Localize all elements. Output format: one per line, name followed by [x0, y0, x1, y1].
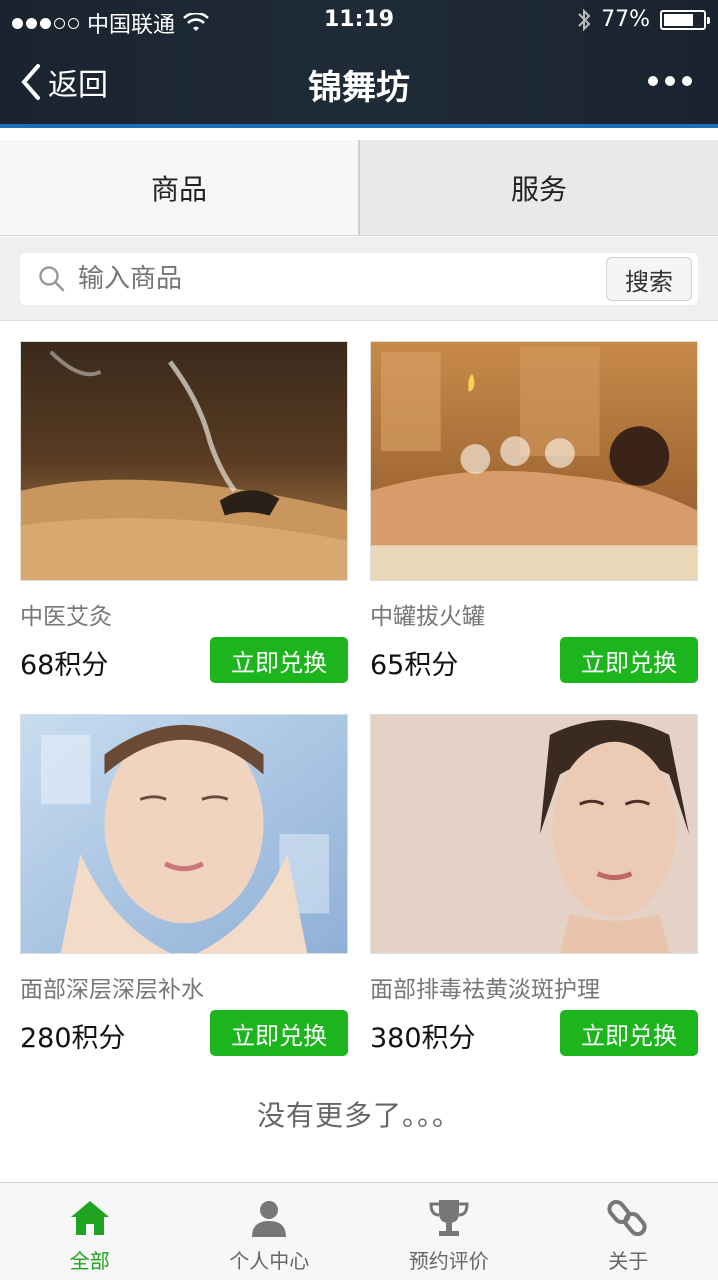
status-right: 77%: [577, 7, 710, 32]
tabbar-item-profile[interactable]: 个人中心: [180, 1183, 360, 1280]
tabbar-item-all[interactable]: 全部: [0, 1183, 180, 1280]
product-name: 面部排毒祛黄淡斑护理: [370, 977, 600, 1003]
face-hydration-photo: [21, 715, 347, 953]
tabbar-item-about[interactable]: 关于: [539, 1183, 718, 1280]
more-dot: [682, 76, 692, 86]
search-icon: [39, 266, 65, 292]
redeem-button[interactable]: 立即兑换: [210, 1010, 348, 1056]
battery-icon: [660, 9, 710, 30]
product-card[interactable]: 中罐拔火罐 65积分 立即兑换: [370, 341, 698, 683]
user-icon: [252, 1201, 287, 1237]
product-card[interactable]: 面部深层深层补水 280积分 立即兑换: [20, 714, 348, 1056]
product-price: 280积分: [20, 1023, 126, 1054]
tabbar-item-booking-review[interactable]: 预约评价: [359, 1183, 539, 1280]
tabbar-label: 关于: [608, 1249, 649, 1273]
product-name: 中医艾灸: [20, 604, 112, 630]
product-price: 380积分: [370, 1023, 476, 1054]
link-icon: [607, 1199, 647, 1237]
bluetooth-icon: [578, 8, 591, 31]
battery-percent: 77%: [601, 7, 650, 32]
product-row: 65积分 立即兑换: [370, 637, 698, 683]
search-input[interactable]: [78, 264, 698, 294]
top-bar: 中国联通 11:19 77% 返回 锦舞坊: [0, 0, 718, 128]
cupping-photo: [371, 342, 697, 580]
tabbar-label: 预约评价: [408, 1249, 489, 1273]
more-dot: [648, 76, 658, 86]
bottom-tab-bar: 全部 个人中心 预约评价 关于: [0, 1182, 718, 1280]
home-icon: [70, 1201, 109, 1235]
product-card[interactable]: 中医艾灸 68积分 立即兑换: [20, 341, 348, 683]
tabbar-label: 个人中心: [229, 1249, 310, 1273]
moxibustion-photo: [21, 342, 347, 580]
trophy-icon: [429, 1200, 469, 1236]
status-bar: 中国联通 11:19 77%: [0, 0, 718, 40]
face-care-photo: [371, 715, 697, 953]
product-row: 68积分 立即兑换: [20, 637, 348, 683]
search-bar: 搜索: [0, 237, 718, 321]
product-image-cupping[interactable]: [370, 341, 698, 581]
page-title: 锦舞坊: [308, 68, 410, 108]
tab-products[interactable]: 商品: [0, 140, 358, 235]
product-card[interactable]: 面部排毒祛黄淡斑护理 380积分 立即兑换: [370, 714, 698, 1056]
tabbar-label: 全部: [69, 1249, 110, 1273]
more-dot: [665, 76, 675, 86]
category-tabs: 商品 服务: [0, 140, 718, 236]
product-row: 380积分 立即兑换: [370, 1010, 698, 1056]
search-button[interactable]: 搜索: [606, 257, 692, 301]
more-menu-button[interactable]: [648, 76, 692, 86]
product-name: 中罐拔火罐: [370, 604, 485, 630]
navigation-bar: 返回 锦舞坊: [0, 40, 718, 124]
redeem-button[interactable]: 立即兑换: [210, 637, 348, 683]
product-image-face-care[interactable]: [370, 714, 698, 954]
product-row: 280积分 立即兑换: [20, 1010, 348, 1056]
product-price: 65积分: [370, 650, 459, 681]
search-box: 搜索: [20, 253, 698, 305]
redeem-button[interactable]: 立即兑换: [560, 1010, 698, 1056]
no-more-text: 没有更多了。。。: [256, 1099, 461, 1132]
redeem-button[interactable]: 立即兑换: [560, 637, 698, 683]
product-image-face-hydration[interactable]: [20, 714, 348, 954]
product-name: 面部深层深层补水: [20, 977, 204, 1003]
product-image-moxibustion[interactable]: [20, 341, 348, 581]
tab-services[interactable]: 服务: [358, 140, 718, 235]
product-price: 68积分: [20, 650, 109, 681]
